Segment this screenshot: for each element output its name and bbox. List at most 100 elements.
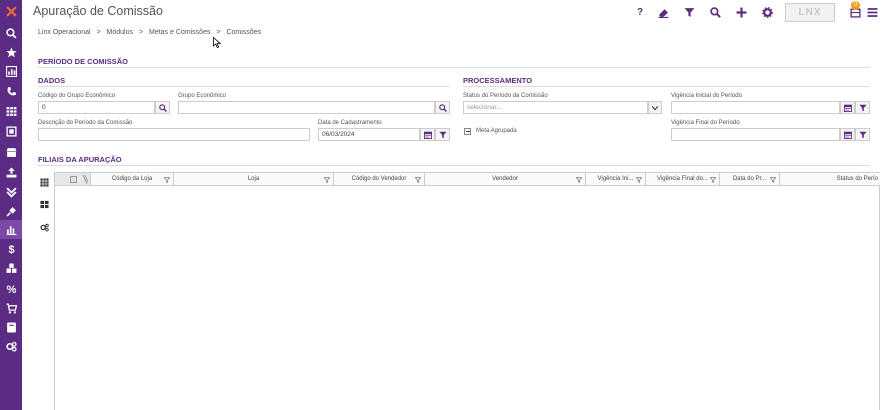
select-all-checkbox[interactable] <box>70 176 77 183</box>
column-label: Código da Loja <box>111 176 153 182</box>
chart-icon[interactable] <box>0 62 22 81</box>
status-periodo-label: Status do Período da Comissão <box>463 93 548 99</box>
column-label: Data do Pr... <box>732 176 767 182</box>
cart-icon[interactable] <box>0 299 22 318</box>
filter-icon <box>858 104 867 111</box>
breadcrumb-separator: > <box>96 29 101 36</box>
grupo-economico-label: Grupo Econômico <box>178 93 227 99</box>
vigencia-inicial-calendar-button[interactable] <box>840 101 855 114</box>
mouse-cursor-icon <box>213 37 221 48</box>
filter-icon[interactable] <box>163 176 171 183</box>
column-header-vigencia-inicial[interactable]: Vigência Ini... <box>586 173 646 185</box>
eraser-icon[interactable] <box>656 5 670 19</box>
upload-icon[interactable] <box>0 163 22 182</box>
drag-handle-icon[interactable] <box>82 175 88 184</box>
vigencia-final-calendar-button[interactable] <box>840 128 855 141</box>
data-cadastramento-field[interactable]: 06/03/2024 <box>318 128 420 141</box>
search-icon[interactable] <box>0 24 22 43</box>
status-periodo-dropdown[interactable] <box>648 101 662 114</box>
filter-icon[interactable] <box>575 176 583 183</box>
data-cadastramento-filter-button[interactable] <box>435 128 450 141</box>
phone-icon[interactable] <box>0 82 22 101</box>
top-bar: Apuração de Comissão ? LNX 0 <box>22 0 886 24</box>
filter-icon[interactable] <box>323 176 331 183</box>
filter-icon[interactable] <box>635 176 643 183</box>
grupo-economico-search-button[interactable] <box>435 101 450 114</box>
grid-view-icon[interactable] <box>38 176 50 188</box>
filter-icon[interactable] <box>414 176 422 183</box>
breadcrumb-item[interactable]: Comissões <box>226 29 261 36</box>
linx-logo-icon[interactable] <box>0 2 22 21</box>
lnx-logo: LNX <box>785 3 835 22</box>
grid-settings-icon[interactable] <box>38 221 50 233</box>
notification-badge: 0 <box>851 1 860 10</box>
book-icon[interactable] <box>0 318 22 337</box>
card-view-icon[interactable] <box>38 198 50 210</box>
cogs-icon[interactable] <box>0 337 22 356</box>
settings-icon[interactable] <box>760 5 774 19</box>
grid-header: Código da Loja Loja Código do Vendedor V… <box>55 173 880 186</box>
descricao-periodo-field[interactable] <box>38 128 310 141</box>
divider <box>463 86 870 87</box>
column-label: Código do Vendedor <box>351 176 407 182</box>
section-title-dados: DADOS <box>38 76 66 85</box>
percent-icon[interactable]: % <box>0 279 22 298</box>
cubes-icon[interactable] <box>0 259 22 278</box>
column-header-codigo-vendedor[interactable]: Código do Vendedor <box>334 173 425 185</box>
vigencia-final-label: Vigência Final do Período <box>671 120 740 126</box>
help-icon[interactable]: ? <box>633 5 647 19</box>
image-icon[interactable] <box>0 122 22 141</box>
column-label: Status do Perío <box>836 176 878 182</box>
store-icon[interactable] <box>0 143 22 162</box>
column-header-vigencia-final[interactable]: Vigência Final do... <box>646 173 720 185</box>
vigencia-final-field[interactable] <box>671 128 840 141</box>
filter-icon[interactable] <box>682 5 696 19</box>
sidebar: $ % <box>0 0 22 410</box>
search-icon[interactable] <box>708 5 722 19</box>
data-cadastramento-calendar-button[interactable] <box>420 128 435 141</box>
meta-agrupada-checkbox[interactable] <box>464 128 471 135</box>
vigencia-final-filter-button[interactable] <box>855 128 870 141</box>
breadcrumb-item[interactable]: Linx Operacional <box>38 29 91 36</box>
menu-icon[interactable] <box>865 5 879 19</box>
star-icon[interactable] <box>0 43 22 62</box>
download-icon[interactable] <box>0 183 22 202</box>
grid-icon[interactable] <box>0 102 22 121</box>
bar-chart-icon[interactable] <box>0 220 22 239</box>
dollar-icon[interactable]: $ <box>0 239 22 258</box>
calendar-icon <box>423 131 432 139</box>
codigo-grupo-search-button[interactable] <box>155 101 170 114</box>
vigencia-inicial-field[interactable] <box>671 101 840 114</box>
column-label: Vendedor <box>492 176 518 182</box>
select-all-column[interactable] <box>55 173 91 185</box>
grupo-economico-field[interactable] <box>178 101 435 114</box>
section-title-filiais: FILIAIS DA APURAÇÃO <box>38 155 122 164</box>
codigo-grupo-field[interactable]: 0 <box>38 101 155 114</box>
descricao-periodo-label: Descrição do Período da Comissão <box>38 120 133 126</box>
breadcrumb-separator: > <box>138 29 144 36</box>
column-header-codigo-loja[interactable]: Código da Loja <box>91 173 174 185</box>
filter-icon[interactable] <box>769 176 777 183</box>
breadcrumb-item[interactable]: Módulos <box>107 29 133 36</box>
breadcrumb: Linx Operacional > Módulos > Metas e Com… <box>38 29 265 36</box>
status-periodo-select[interactable]: selecionar... <box>463 101 648 114</box>
codigo-grupo-label: Código do Grupo Econômico <box>38 93 116 99</box>
column-label: Vigência Final do... <box>657 176 708 182</box>
filter-icon[interactable] <box>709 176 717 183</box>
divider <box>38 67 870 68</box>
breadcrumb-item[interactable]: Metas e Comissões <box>149 29 210 36</box>
filiais-grid: Código da Loja Loja Código do Vendedor V… <box>54 172 880 410</box>
plug-icon[interactable] <box>0 202 22 221</box>
section-title-periodo: PERÍODO DE COMISSÃO <box>38 57 129 66</box>
column-header-data-processamento[interactable]: Data do Pr... <box>720 173 780 185</box>
column-header-loja[interactable]: Loja <box>174 173 334 185</box>
calendar-icon <box>843 104 852 112</box>
column-header-status-periodo[interactable]: Status do Perío <box>780 173 880 185</box>
page-title: Apuração de Comissão <box>33 4 163 18</box>
search-icon <box>158 103 167 112</box>
add-icon[interactable] <box>734 5 748 19</box>
column-header-vendedor[interactable]: Vendedor <box>425 173 586 185</box>
data-cadastramento-label: Data de Cadastramento <box>318 120 382 126</box>
vigencia-inicial-filter-button[interactable] <box>855 101 870 114</box>
divider <box>38 165 870 166</box>
